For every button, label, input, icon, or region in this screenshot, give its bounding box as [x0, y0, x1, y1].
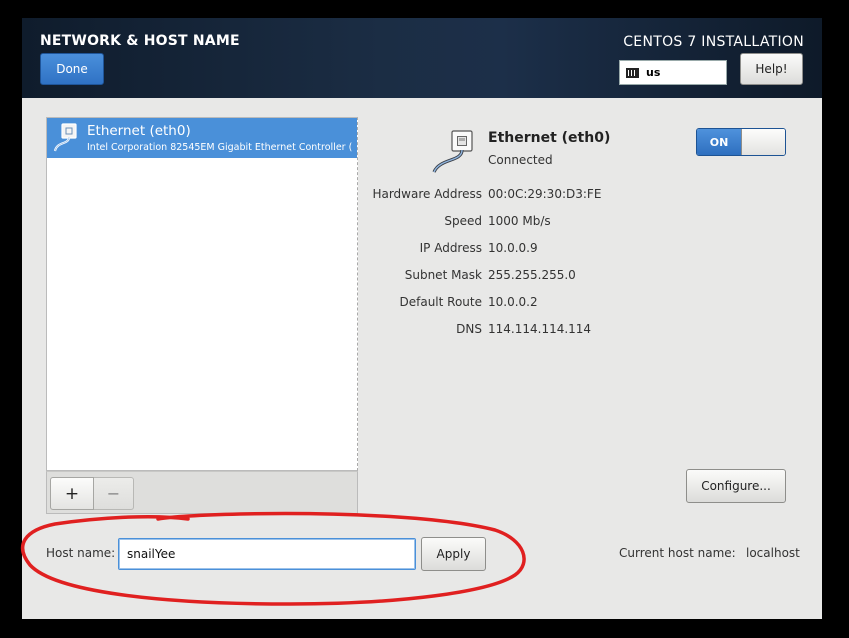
current-hostname-label: Current host name:: [619, 546, 736, 560]
configure-button[interactable]: Configure...: [686, 469, 786, 503]
remove-device-button[interactable]: −: [94, 477, 134, 510]
keyboard-layout-indicator[interactable]: us: [619, 60, 727, 85]
device-description: Intel Corporation 82545EM Gigabit Ethern…: [87, 142, 353, 153]
ethernet-cable-icon: [53, 123, 77, 152]
property-value: 10.0.0.9: [488, 241, 538, 255]
hostname-input[interactable]: [118, 538, 416, 570]
page-title: NETWORK & HOST NAME: [40, 33, 240, 49]
keyboard-layout-label: us: [646, 66, 661, 79]
device-list-item[interactable]: Ethernet (eth0) Intel Corporation 82545E…: [47, 118, 357, 158]
header-bar: NETWORK & HOST NAME Done CENTOS 7 INSTAL…: [22, 18, 822, 98]
toggle-on-label: ON: [697, 129, 741, 155]
property-label: Subnet Mask: [404, 268, 482, 282]
property-row-subnet-mask: Subnet Mask 255.255.255.0: [322, 268, 802, 284]
help-button[interactable]: Help!: [740, 53, 803, 85]
installation-title: CENTOS 7 INSTALLATION: [623, 34, 804, 50]
property-row-hardware-address: Hardware Address 00:0C:29:30:D3:FE: [322, 187, 802, 203]
property-label: DNS: [456, 322, 482, 336]
property-value: 1000 Mb/s: [488, 214, 551, 228]
property-value: 114.114.114.114: [488, 322, 592, 336]
connection-status: Connected: [488, 153, 553, 167]
installer-window: NETWORK & HOST NAME Done CENTOS 7 INSTAL…: [22, 18, 822, 619]
property-value: 10.0.0.2: [488, 295, 538, 309]
device-list-toolbar: + −: [46, 471, 358, 514]
done-button[interactable]: Done: [40, 53, 104, 85]
property-value: 255.255.255.0: [488, 268, 576, 282]
property-label: Speed: [444, 214, 482, 228]
device-name: Ethernet (eth0): [87, 123, 191, 139]
property-row-speed: Speed 1000 Mb/s: [322, 214, 802, 230]
property-label: IP Address: [419, 241, 482, 255]
property-row-ip-address: IP Address 10.0.0.9: [322, 241, 802, 257]
device-list: Ethernet (eth0) Intel Corporation 82545E…: [46, 117, 358, 471]
property-label: Default Route: [399, 295, 483, 309]
keyboard-icon: [626, 67, 639, 78]
device-detail-name: Ethernet (eth0): [488, 130, 611, 146]
property-label: Hardware Address: [372, 187, 482, 201]
property-value: 00:0C:29:30:D3:FE: [488, 187, 602, 201]
apply-button[interactable]: Apply: [421, 537, 486, 571]
add-device-button[interactable]: +: [50, 477, 94, 510]
hostname-label: Host name:: [46, 546, 116, 560]
connection-toggle[interactable]: ON: [696, 128, 786, 156]
property-row-dns: DNS 114.114.114.114: [322, 322, 802, 338]
ethernet-cable-icon: [432, 130, 473, 173]
property-row-default-route: Default Route 10.0.0.2: [322, 295, 802, 311]
toggle-knob[interactable]: [741, 129, 785, 155]
current-hostname-value: localhost: [746, 546, 800, 560]
